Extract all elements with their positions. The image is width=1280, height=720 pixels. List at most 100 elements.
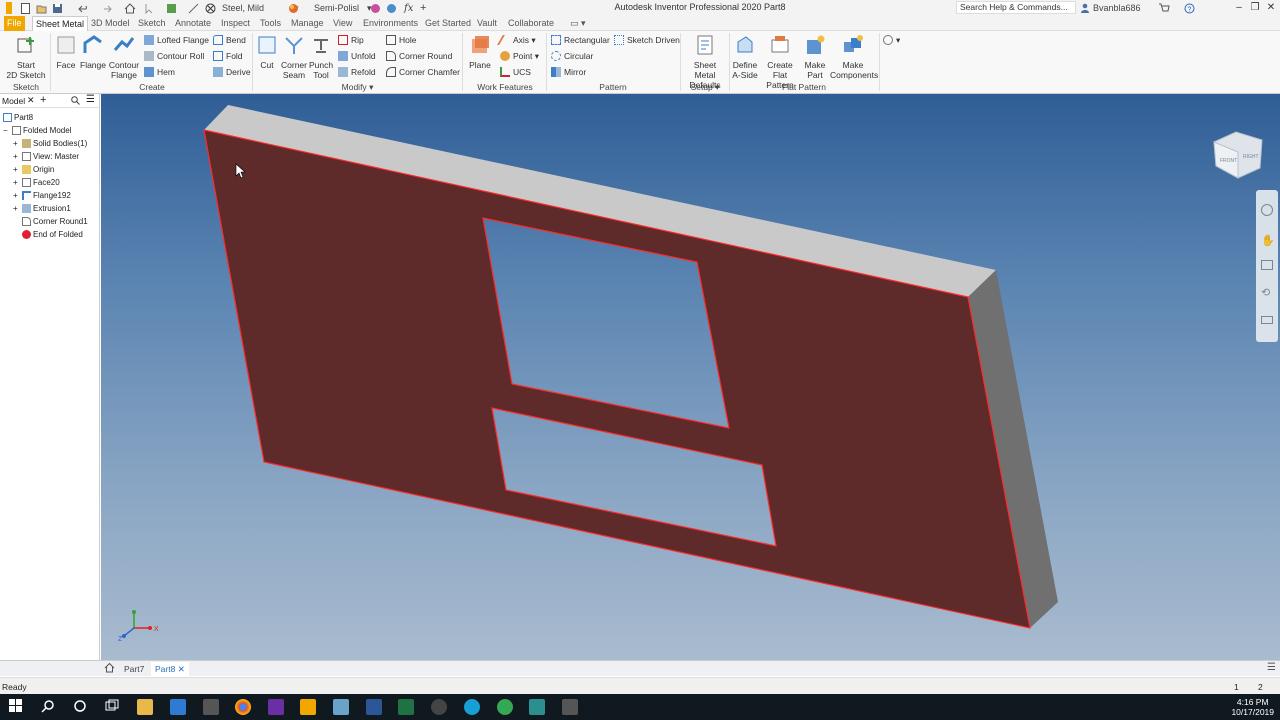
update-icon[interactable] — [166, 1, 178, 15]
corner-seam-button[interactable]: Corner Seam — [281, 34, 307, 80]
windows-start-icon[interactable] — [9, 699, 25, 715]
help-icon[interactable]: ? — [1184, 1, 1195, 15]
tree-item-view[interactable]: + View: Master — [13, 150, 79, 163]
sketch-driven-button[interactable]: Sketch Driven — [614, 34, 680, 46]
rip-button[interactable]: Rip — [338, 34, 364, 46]
menu-icon[interactable]: ☰ — [86, 94, 95, 105]
tree-item-part[interactable]: Part8 — [3, 111, 33, 124]
taskbar-clock[interactable]: 4:16 PM 10/17/2019 — [1231, 697, 1274, 717]
tab-annotate[interactable]: Annotate — [172, 16, 214, 31]
derive-button[interactable]: Derive — [213, 66, 251, 78]
corner-round-button[interactable]: Corner Round — [386, 50, 452, 62]
modify-panel-label[interactable]: Modify ▾ — [255, 82, 460, 93]
tab-get-started[interactable]: Get Started — [422, 16, 474, 31]
tree-item-extrusion1[interactable]: + Extrusion1 — [13, 202, 71, 215]
tab-3d-model[interactable]: 3D Model — [88, 16, 133, 31]
ribbon-options-button[interactable]: ▾ — [883, 34, 900, 46]
onenote-icon[interactable] — [268, 699, 284, 715]
home-icon[interactable] — [124, 1, 136, 15]
add-icon[interactable]: + — [420, 1, 426, 15]
undo-icon[interactable] — [78, 1, 90, 15]
tree-item-corner-round1[interactable]: Corner Round1 — [22, 215, 88, 228]
tree-item-origin[interactable]: + Origin — [13, 163, 54, 176]
tree-item-folded-model[interactable]: − Folded Model — [3, 124, 71, 137]
tree-item-face20[interactable]: + Face20 — [13, 176, 60, 189]
user-account[interactable]: Bvanbla686 — [1080, 1, 1141, 15]
save-icon[interactable] — [52, 1, 63, 15]
sheet-metal-model[interactable]: X Z FRONT RIGHT — [101, 94, 1280, 660]
photos-icon[interactable] — [431, 699, 447, 715]
cart-icon[interactable] — [1158, 1, 1170, 15]
tab-inspect[interactable]: Inspect — [218, 16, 253, 31]
fold-button[interactable]: Fold — [213, 50, 243, 62]
appearance-dropdown[interactable]: Semi-Polisl ▾ — [314, 1, 372, 15]
punch-tool-button[interactable]: Punch Tool — [309, 34, 333, 80]
home-tab-icon[interactable] — [104, 662, 115, 675]
hem-button[interactable]: Hem — [144, 66, 175, 78]
steering-wheel-icon[interactable] — [1261, 204, 1273, 216]
tab-options-icon[interactable]: ▭ ▾ — [567, 16, 589, 31]
close-icon[interactable]: ✕ — [27, 95, 35, 106]
cortana-icon[interactable] — [73, 699, 89, 715]
search-icon[interactable] — [71, 96, 80, 107]
point-button[interactable]: Point ▾ — [500, 50, 539, 62]
bend-button[interactable]: Bend — [213, 34, 246, 46]
tree-item-end-of-folded[interactable]: End of Folded — [22, 228, 83, 241]
tab-collaborate[interactable]: Collaborate — [505, 16, 557, 31]
pan-icon[interactable]: ✋ — [1261, 234, 1275, 247]
lofted-flange-button[interactable]: Lofted Flange — [144, 34, 209, 46]
start-2d-sketch-button[interactable]: Start 2D Sketch — [6, 34, 46, 80]
close-icon[interactable]: ✕ — [178, 664, 185, 674]
circular-pattern-button[interactable]: Circular — [551, 50, 593, 62]
axis-button[interactable]: Axis ▾ — [497, 34, 536, 46]
stop-icon[interactable] — [205, 1, 216, 15]
unfold-button[interactable]: Unfold — [338, 50, 376, 62]
flange-button[interactable]: Flange — [80, 34, 106, 70]
make-components-button[interactable]: Make Components — [830, 34, 878, 80]
calculator-icon[interactable] — [562, 699, 578, 715]
tab-sheet-metal[interactable]: Sheet Metal — [32, 16, 89, 31]
refold-button[interactable]: Refold — [338, 66, 376, 78]
media-icon[interactable] — [203, 699, 219, 715]
appearance-icon[interactable] — [288, 1, 299, 15]
tab-manage[interactable]: Manage — [288, 16, 327, 31]
task-view-icon[interactable] — [105, 699, 121, 715]
contour-roll-button[interactable]: Contour Roll — [144, 50, 204, 62]
chat-icon[interactable] — [497, 699, 513, 715]
close-button[interactable]: ✕ — [1262, 0, 1280, 16]
tab-sketch[interactable]: Sketch — [135, 16, 169, 31]
graphics-viewport[interactable]: X Z FRONT RIGHT — [101, 94, 1280, 660]
app-logo-icon[interactable] — [4, 1, 14, 15]
measure-icon[interactable] — [188, 1, 200, 15]
corner-chamfer-button[interactable]: Corner Chamfer — [386, 66, 460, 78]
tree-item-flange192[interactable]: + Flange192 — [13, 189, 71, 202]
tab-file[interactable]: File — [4, 16, 25, 31]
word-icon[interactable] — [366, 699, 382, 715]
make-part-button[interactable]: Make Part — [802, 34, 828, 80]
tab-vault[interactable]: Vault — [474, 16, 500, 31]
clear-appearance-icon[interactable] — [386, 1, 397, 15]
chrome-icon[interactable] — [235, 699, 251, 715]
new-file-icon[interactable] — [20, 1, 31, 15]
rectangular-pattern-button[interactable]: Rectangular — [551, 34, 610, 46]
viewer-icon[interactable] — [333, 699, 349, 715]
define-a-side-button[interactable]: Define A-Side — [731, 34, 759, 80]
fx-icon[interactable]: fx — [404, 1, 413, 15]
inventor-taskbar-icon[interactable] — [300, 699, 316, 715]
tree-item-solid-bodies[interactable]: + Solid Bodies(1) — [13, 137, 87, 150]
tab-view[interactable]: View — [330, 16, 355, 31]
redo-icon[interactable] — [100, 1, 112, 15]
add-browser-icon[interactable]: + — [40, 94, 46, 106]
adjust-icon[interactable] — [370, 1, 381, 15]
open-file-icon[interactable] — [36, 1, 47, 15]
ucs-button[interactable]: UCS — [500, 66, 531, 78]
excel-icon[interactable] — [398, 699, 414, 715]
file-explorer-icon[interactable] — [137, 699, 153, 715]
browser-tab-model[interactable]: Model — [2, 96, 25, 106]
face-button[interactable]: Face — [54, 34, 78, 70]
hole-button[interactable]: Hole — [386, 34, 416, 46]
view-cube[interactable]: FRONT RIGHT — [1213, 131, 1263, 179]
doc-tab-part8[interactable]: Part8 ✕ — [151, 662, 189, 676]
remote-icon[interactable] — [529, 699, 545, 715]
doc-tab-part7[interactable]: Part7 — [120, 662, 148, 676]
